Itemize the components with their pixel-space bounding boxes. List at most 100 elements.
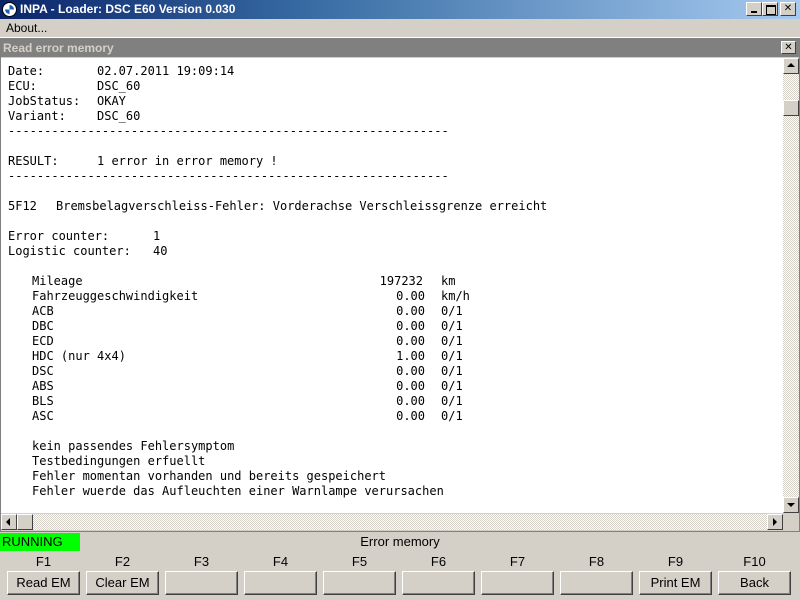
- ecu-label: ECU:: [8, 79, 37, 93]
- horizontal-scroll-thumb[interactable]: [17, 514, 33, 530]
- scroll-up-button[interactable]: [783, 58, 799, 74]
- result-value: 1 error in error memory !: [97, 154, 278, 168]
- condition-unit: 0/1: [441, 394, 463, 408]
- title-bar: INPA - Loader: DSC E60 Version 0.030 ✕: [0, 0, 800, 19]
- scroll-right-button[interactable]: [767, 514, 783, 530]
- condition-name: Fahrzeuggeschwindigkeit: [32, 289, 199, 303]
- condition-name: ECD: [32, 334, 54, 348]
- error-counter-value: 1: [153, 229, 161, 243]
- back-button[interactable]: Back: [718, 571, 791, 595]
- error-memory-window: Read error memory ✕ Date: 02.07.2011 19:…: [0, 38, 800, 532]
- fkey-label-f7: F7: [509, 554, 526, 569]
- print-em-button[interactable]: Print EM: [639, 571, 712, 595]
- arrow-left-icon: [6, 518, 10, 526]
- condition-unit: 0/1: [441, 364, 463, 378]
- variant-label: Variant:: [8, 109, 66, 123]
- note-line: Fehler momentan vorhanden und bereits ge…: [32, 469, 387, 483]
- scroll-down-button[interactable]: [783, 497, 799, 513]
- date-label: Date:: [8, 64, 45, 78]
- f7-button[interactable]: [481, 571, 554, 595]
- condition-value: 197232: [379, 274, 423, 288]
- logistic-counter-label: Logistic counter:: [8, 244, 131, 258]
- condition-unit: 0/1: [441, 319, 463, 333]
- f4-button[interactable]: [244, 571, 317, 595]
- condition-name: DSC: [32, 364, 54, 378]
- fkey-label-f1: F1: [35, 554, 52, 569]
- fkey-label-f10: F10: [743, 554, 766, 569]
- condition-value: 0.00: [396, 379, 425, 393]
- condition-value: 0.00: [396, 364, 425, 378]
- condition-value: 0.00: [396, 409, 425, 423]
- note-line: kein passendes Fehlersymptom: [32, 439, 235, 453]
- condition-value: 0.00: [396, 394, 425, 408]
- error-description: Bremsbelagverschleiss-Fehler: Vorderachs…: [56, 199, 548, 213]
- condition-unit: 0/1: [441, 409, 463, 423]
- condition-name: HDC (nur 4x4): [32, 349, 126, 363]
- condition-name: ABS: [32, 379, 54, 393]
- condition-value: 0.00: [396, 289, 425, 303]
- condition-unit: 0/1: [441, 334, 463, 348]
- date-value: 02.07.2011 19:09:14: [97, 64, 235, 78]
- read-em-button[interactable]: Read EM: [7, 571, 80, 595]
- maximize-icon: [766, 5, 776, 15]
- logistic-counter-value: 40: [153, 244, 168, 258]
- fkey-label-f2: F2: [114, 554, 131, 569]
- report-text-area[interactable]: Date: 02.07.2011 19:09:14 ECU: DSC_60 Jo…: [1, 58, 783, 513]
- scroll-left-button[interactable]: [1, 514, 17, 530]
- separator-line: ----------------------------------------…: [8, 169, 449, 183]
- bmw-logo-icon: [2, 2, 17, 17]
- condition-name: ACB: [32, 304, 54, 318]
- f3-button[interactable]: [165, 571, 238, 595]
- f8-button[interactable]: [560, 571, 633, 595]
- maximize-button[interactable]: [762, 2, 778, 16]
- fkey-label-f3: F3: [193, 554, 210, 569]
- minimize-button[interactable]: [746, 2, 762, 16]
- condition-unit: 0/1: [441, 349, 463, 363]
- child-close-button[interactable]: ✕: [781, 41, 796, 54]
- ecu-value: DSC_60: [97, 79, 141, 93]
- fkey-label-f8: F8: [588, 554, 605, 569]
- horizontal-scrollbar[interactable]: [1, 514, 783, 530]
- condition-unit: 0/1: [441, 379, 463, 393]
- child-window-title: Read error memory: [3, 41, 114, 55]
- vertical-scroll-thumb[interactable]: [783, 100, 799, 116]
- close-icon: ✕: [783, 3, 793, 14]
- screen-title: Error memory: [360, 534, 440, 549]
- fkey-label-f5: F5: [351, 554, 368, 569]
- vertical-scrollbar[interactable]: [783, 58, 799, 513]
- f6-button[interactable]: [402, 571, 475, 595]
- close-icon: ✕: [784, 42, 793, 53]
- arrow-down-icon: [787, 503, 795, 507]
- condition-value: 1.00: [396, 349, 425, 363]
- f5-button[interactable]: [323, 571, 396, 595]
- error-counter-label: Error counter:: [8, 229, 110, 243]
- variant-value: DSC_60: [97, 109, 141, 123]
- note-line: Fehler wuerde das Aufleuchten einer Warn…: [32, 484, 444, 498]
- arrow-up-icon: [787, 63, 795, 67]
- note-line: Testbedingungen erfuellt: [32, 454, 206, 468]
- child-title-bar: Read error memory ✕: [1, 39, 799, 57]
- running-status-badge: RUNNING: [0, 533, 80, 551]
- error-code: 5F12: [8, 199, 37, 213]
- condition-name: Mileage: [32, 274, 83, 288]
- menu-item-about[interactable]: About...: [6, 21, 47, 35]
- fkey-label-f6: F6: [430, 554, 447, 569]
- menu-bar: About...: [0, 19, 800, 38]
- condition-unit: 0/1: [441, 304, 463, 318]
- condition-name: DBC: [32, 319, 54, 333]
- arrow-right-icon: [773, 518, 777, 526]
- window-title: INPA - Loader: DSC E60 Version 0.030: [20, 2, 236, 16]
- fkey-label-f9: F9: [667, 554, 684, 569]
- jobstatus-value: OKAY: [97, 94, 126, 108]
- condition-name: ASC: [32, 409, 54, 423]
- condition-unit: km: [441, 274, 456, 288]
- condition-unit: km/h: [441, 289, 470, 303]
- condition-value: 0.00: [396, 334, 425, 348]
- separator-line: ----------------------------------------…: [8, 124, 449, 138]
- condition-value: 0.00: [396, 319, 425, 333]
- close-button[interactable]: ✕: [780, 2, 796, 16]
- condition-value: 0.00: [396, 304, 425, 318]
- jobstatus-label: JobStatus:: [8, 94, 81, 108]
- condition-name: BLS: [32, 394, 54, 408]
- clear-em-button[interactable]: Clear EM: [86, 571, 159, 595]
